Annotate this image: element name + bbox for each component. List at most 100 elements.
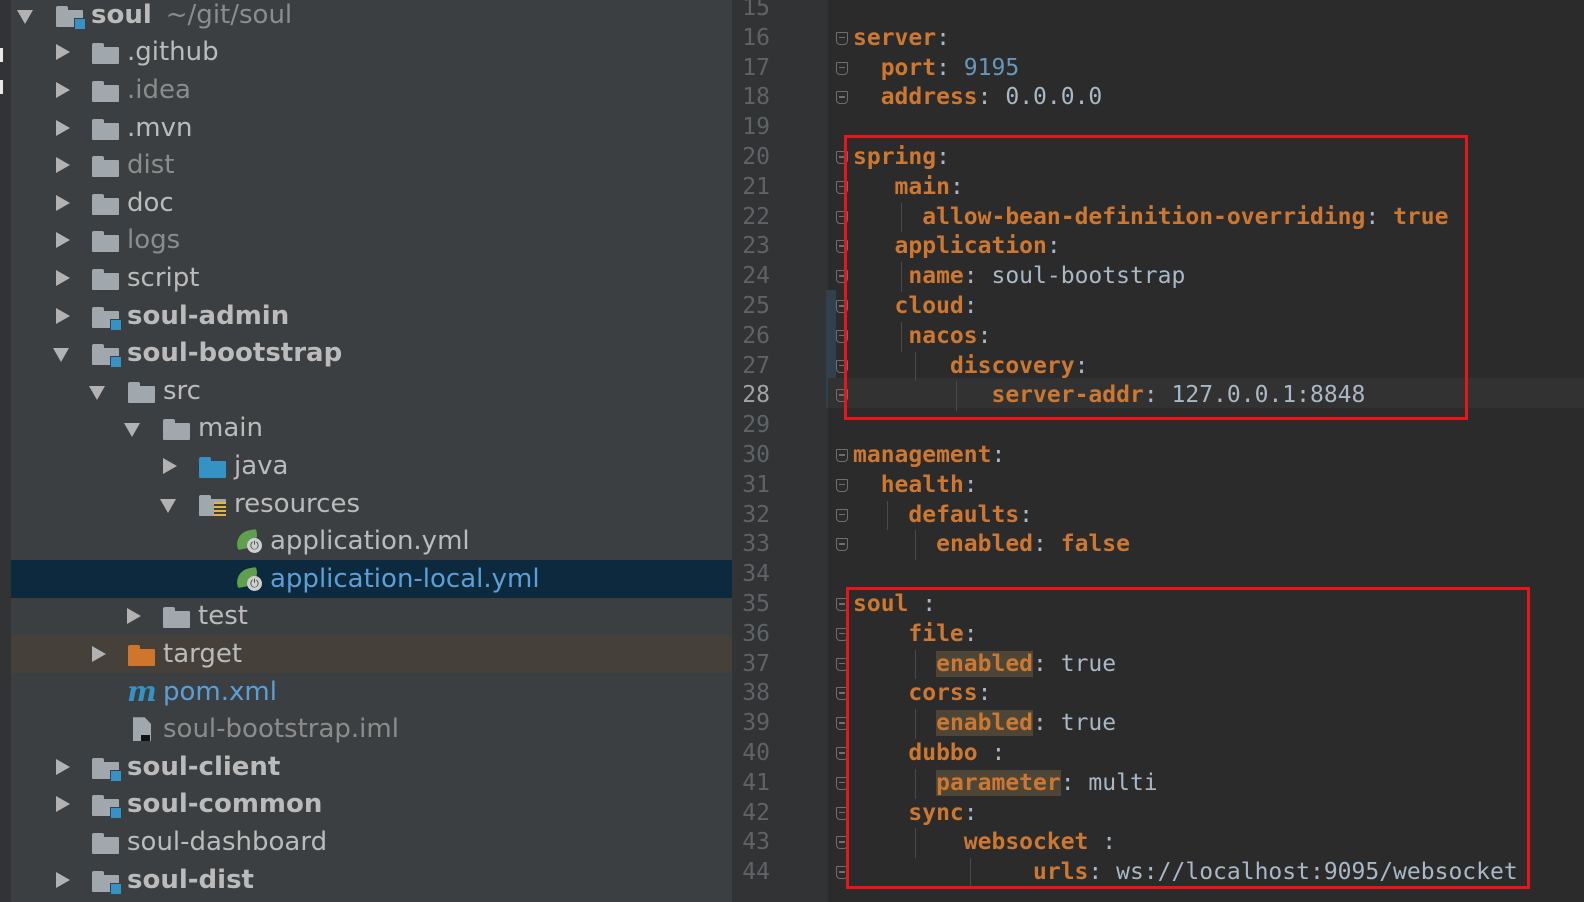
- fold-marker-icon[interactable]: [836, 538, 848, 552]
- fold-marker-icon[interactable]: [836, 806, 848, 820]
- expand-arrow-icon[interactable]: [53, 758, 71, 776]
- collapse-arrow-icon[interactable]: [17, 6, 35, 24]
- code-line[interactable]: 35 soul :: [732, 590, 1584, 620]
- tree-item-script[interactable]: script: [11, 259, 732, 297]
- expand-arrow-icon[interactable]: [53, 156, 71, 174]
- code-line[interactable]: 24 name: soul-bootstrap: [732, 262, 1584, 292]
- fold-marker-icon[interactable]: [836, 359, 848, 373]
- fold-marker-icon[interactable]: [836, 627, 848, 641]
- code-line[interactable]: 15: [732, 0, 1584, 24]
- tree-item-github[interactable]: .github: [11, 34, 732, 72]
- fold-marker-icon[interactable]: [836, 478, 848, 492]
- tree-item-soul[interactable]: soul ~/git/soul: [11, 0, 732, 34]
- expand-arrow-icon[interactable]: [53, 43, 71, 61]
- tree-item-soul-dist[interactable]: soul-dist: [11, 861, 732, 899]
- code-line[interactable]: 37 enabled: true: [732, 650, 1584, 680]
- tree-item-doc[interactable]: doc: [11, 184, 732, 222]
- expand-arrow-icon[interactable]: [53, 231, 71, 249]
- fold-marker-icon[interactable]: [836, 151, 848, 164]
- code-line[interactable]: 38 corss:: [732, 679, 1584, 709]
- tree-item-logs[interactable]: logs: [11, 222, 732, 260]
- collapse-arrow-icon[interactable]: [53, 344, 71, 363]
- fold-marker-icon[interactable]: [836, 836, 848, 850]
- tree-item-target[interactable]: target: [11, 635, 732, 673]
- tree-item-java[interactable]: java: [11, 447, 732, 485]
- code-line[interactable]: 19: [732, 113, 1584, 143]
- fold-marker-icon[interactable]: [836, 776, 848, 790]
- expand-arrow-icon[interactable]: [53, 119, 71, 137]
- code-line[interactable]: 44 urls: ws://localhost:9095/websocket: [732, 858, 1584, 888]
- tree-item-dist[interactable]: dist: [11, 146, 732, 184]
- fold-marker-icon[interactable]: [836, 389, 848, 403]
- tree-item-pom-xml[interactable]: m pom.xml: [11, 673, 732, 711]
- code-line[interactable]: 30 management:: [732, 441, 1584, 471]
- expand-arrow-icon[interactable]: [53, 307, 71, 325]
- code-line[interactable]: 23 application:: [732, 232, 1584, 262]
- code-line[interactable]: 21 main:: [732, 173, 1584, 203]
- expand-arrow-icon[interactable]: [53, 795, 71, 813]
- code-line[interactable]: 36 file:: [732, 620, 1584, 650]
- expand-arrow-icon[interactable]: [124, 607, 142, 625]
- expand-arrow-icon[interactable]: [53, 81, 71, 99]
- fold-marker-icon[interactable]: [836, 210, 848, 224]
- tree-item-test[interactable]: test: [11, 598, 732, 636]
- fold-marker-icon[interactable]: [836, 329, 848, 343]
- code-line[interactable]: 18 address: 0.0.0.0: [732, 83, 1584, 113]
- fold-marker-icon[interactable]: [836, 91, 848, 105]
- code-line[interactable]: 34: [732, 560, 1584, 590]
- expand-arrow-icon[interactable]: [53, 194, 71, 212]
- fold-marker-icon[interactable]: [836, 657, 848, 671]
- code-line[interactable]: 41 parameter: multi: [732, 769, 1584, 799]
- fold-marker-icon[interactable]: [836, 508, 848, 522]
- tree-item-soul-bootstrap-iml[interactable]: soul-bootstrap.iml: [11, 710, 732, 748]
- code-line[interactable]: 43 websocket :: [732, 828, 1584, 858]
- code-editor[interactable]: 15 16 server: 17 port: 9195 18 address: 0.0.…: [732, 0, 1584, 902]
- code-line[interactable]: 31 health:: [732, 471, 1584, 501]
- code-line[interactable]: 42 sync:: [732, 799, 1584, 829]
- code-line[interactable]: 26 nacos:: [732, 322, 1584, 352]
- tree-item-soul-common[interactable]: soul-common: [11, 786, 732, 824]
- tree-item-application-yml[interactable]: application.yml: [11, 522, 732, 560]
- code-line[interactable]: 22 allow-bean-definition-overriding: tru…: [732, 203, 1584, 233]
- expand-arrow-icon[interactable]: [160, 457, 178, 475]
- code-line[interactable]: 39 enabled: true: [732, 709, 1584, 739]
- code-line[interactable]: 27 discovery:: [732, 352, 1584, 382]
- tree-item-resources[interactable]: resources: [11, 485, 732, 523]
- code-line[interactable]: 33 enabled: false: [732, 530, 1584, 560]
- code-line[interactable]: 17 port: 9195: [732, 54, 1584, 84]
- expand-arrow-icon[interactable]: [53, 871, 71, 889]
- fold-marker-icon[interactable]: [836, 598, 848, 611]
- tree-item-main[interactable]: main: [11, 410, 732, 448]
- fold-marker-icon[interactable]: [836, 180, 848, 194]
- code-line[interactable]: 28 server-addr: 127.0.0.1:8848: [732, 381, 1584, 411]
- expand-arrow-icon[interactable]: [89, 645, 107, 663]
- tree-item-mvn[interactable]: .mvn: [11, 109, 732, 147]
- fold-marker-icon[interactable]: [836, 31, 848, 45]
- tree-item-soul-dashboard[interactable]: soul-dashboard: [11, 823, 732, 861]
- tree-item-soul-bootstrap[interactable]: soul-bootstrap: [11, 334, 732, 372]
- tree-item-src[interactable]: src: [11, 372, 732, 410]
- tree-item-soul-client[interactable]: soul-client: [11, 748, 732, 786]
- code-line[interactable]: 20 spring:: [732, 143, 1584, 173]
- code-line[interactable]: 16 server:: [732, 24, 1584, 54]
- tree-item-idea[interactable]: .idea: [11, 71, 732, 109]
- fold-marker-icon[interactable]: [836, 687, 848, 701]
- fold-marker-icon[interactable]: [836, 270, 848, 284]
- fold-marker-icon[interactable]: [836, 449, 848, 462]
- collapse-arrow-icon[interactable]: [160, 495, 178, 513]
- collapse-arrow-icon[interactable]: [89, 382, 107, 400]
- fold-marker-icon[interactable]: [836, 61, 848, 75]
- collapse-arrow-icon[interactable]: [124, 419, 142, 438]
- tree-item-application-local-yml[interactable]: application-local.yml: [11, 560, 732, 598]
- code-line[interactable]: 29: [732, 411, 1584, 441]
- fold-marker-icon[interactable]: [836, 717, 848, 731]
- fold-marker-icon[interactable]: [836, 300, 848, 313]
- code-line[interactable]: 25 cloud:: [732, 292, 1584, 322]
- expand-arrow-icon[interactable]: [53, 269, 71, 287]
- fold-marker-icon[interactable]: [836, 747, 848, 760]
- fold-marker-icon[interactable]: [836, 866, 848, 880]
- tree-item-soul-admin[interactable]: soul-admin: [11, 297, 732, 335]
- code-line[interactable]: 40 dubbo :: [732, 739, 1584, 769]
- code-line[interactable]: 32 defaults:: [732, 501, 1584, 531]
- fold-marker-icon[interactable]: [836, 240, 848, 254]
